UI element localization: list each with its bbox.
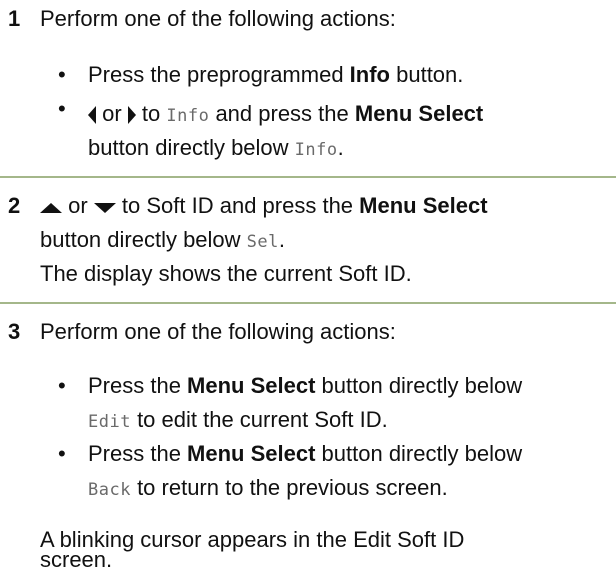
screen-label-edit: Edit <box>88 412 131 432</box>
screen-label-sel: Sel <box>246 232 279 252</box>
bullet-item-continued: Back to return to the previous screen. <box>88 475 448 500</box>
step-intro: Perform one of the following actions: <box>40 319 396 344</box>
left-arrow-icon <box>88 106 96 125</box>
separator <box>0 302 616 304</box>
screen-label-info: Info <box>166 106 210 126</box>
up-arrow-icon <box>40 203 62 214</box>
bullet: • <box>58 441 66 466</box>
step-number: 2 <box>8 193 21 218</box>
bullet: • <box>58 373 66 398</box>
menu-select-label: Menu Select <box>187 441 316 466</box>
bullet-item-continued: button directly below Info. <box>88 135 344 160</box>
bullet: • <box>58 62 66 87</box>
bullet-item-continued: Edit to edit the current Soft ID. <box>88 407 388 432</box>
bullet: • <box>58 96 66 121</box>
bullet-item: Press the preprogrammed Info button. <box>88 62 464 87</box>
separator <box>0 176 616 178</box>
bullet-item: or to Info and press the Menu Select <box>88 98 606 132</box>
step-line: or to Soft ID and press the Menu Select <box>40 190 606 222</box>
step-number: 1 <box>8 6 21 31</box>
step-result-continued: screen. <box>40 547 113 572</box>
screen-label-back: Back <box>88 480 131 500</box>
screen-label-info: Info <box>294 140 338 160</box>
down-arrow-icon <box>93 203 116 214</box>
step-number: 3 <box>8 319 21 344</box>
menu-select-label: Menu Select <box>359 193 488 218</box>
bullet-item: Press the Menu Select button directly be… <box>88 373 523 398</box>
menu-select-label: Menu Select <box>187 373 316 398</box>
step-line: button directly below Sel. <box>40 227 286 252</box>
bullet-item: Press the Menu Select button directly be… <box>88 441 523 466</box>
right-arrow-icon <box>127 106 136 125</box>
step-result: The display shows the current Soft ID. <box>40 261 412 286</box>
info-button-label: Info <box>349 62 390 87</box>
menu-select-label: Menu Select <box>354 101 484 126</box>
step-intro: Perform one of the following actions: <box>40 6 396 31</box>
